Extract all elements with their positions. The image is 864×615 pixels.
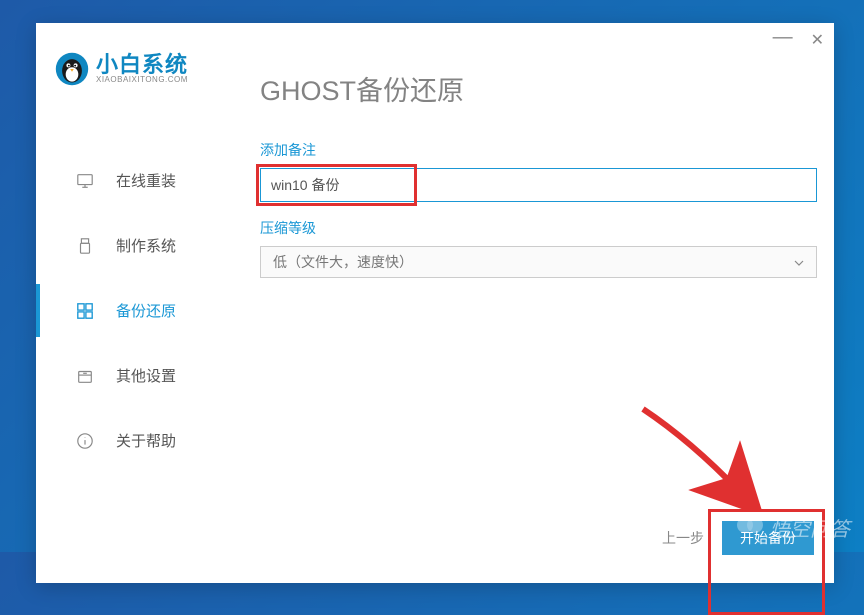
minimize-button[interactable]: — bbox=[773, 29, 793, 45]
logo-text: 小白系统 XIAOBAIXITONG.COM bbox=[96, 54, 188, 84]
note-input-wrap bbox=[260, 168, 814, 202]
content-area: 添加备注 压缩等级 低（文件大，速度快） bbox=[260, 140, 814, 278]
box-icon bbox=[76, 367, 94, 385]
sidebar-item-label: 关于帮助 bbox=[116, 430, 176, 451]
grid-icon bbox=[76, 302, 94, 320]
app-window: — ✕ 小白系统 XIAOBAIXITONG.COM GHOST备份还原 bbox=[36, 23, 834, 583]
sidebar: 在线重装 制作系统 备份还原 其他设置 关于帮助 bbox=[36, 148, 236, 473]
sidebar-item-label: 制作系统 bbox=[116, 235, 176, 256]
page-title: GHOST备份还原 bbox=[260, 69, 464, 108]
chevron-down-icon bbox=[794, 253, 804, 271]
logo: 小白系统 XIAOBAIXITONG.COM bbox=[54, 51, 188, 87]
watermark: 悟空问答 bbox=[736, 511, 850, 544]
note-input[interactable] bbox=[260, 168, 817, 202]
sidebar-item-other-settings[interactable]: 其他设置 bbox=[36, 343, 236, 408]
sidebar-item-backup-restore[interactable]: 备份还原 bbox=[36, 278, 236, 343]
logo-sub: XIAOBAIXITONG.COM bbox=[96, 76, 188, 84]
logo-main: 小白系统 bbox=[96, 54, 188, 76]
sidebar-item-label: 在线重装 bbox=[116, 170, 176, 191]
watermark-icon bbox=[736, 511, 764, 544]
note-label: 添加备注 bbox=[260, 140, 814, 160]
window-controls: — ✕ bbox=[773, 33, 824, 49]
close-button[interactable]: ✕ bbox=[811, 33, 824, 49]
compress-label: 压缩等级 bbox=[260, 218, 814, 238]
sidebar-item-about[interactable]: 关于帮助 bbox=[36, 408, 236, 473]
compress-value: 低（文件大，速度快） bbox=[273, 252, 413, 272]
sidebar-item-online-install[interactable]: 在线重装 bbox=[36, 148, 236, 213]
penguin-icon bbox=[54, 51, 90, 87]
sidebar-item-make-system[interactable]: 制作系统 bbox=[36, 213, 236, 278]
sidebar-item-label: 备份还原 bbox=[116, 300, 176, 321]
info-icon bbox=[76, 432, 94, 450]
usb-icon bbox=[76, 237, 94, 255]
annotation-arrow-icon bbox=[631, 401, 771, 511]
sidebar-item-label: 其他设置 bbox=[116, 365, 176, 386]
monitor-icon bbox=[76, 172, 94, 190]
prev-button[interactable]: 上一步 bbox=[662, 528, 704, 548]
watermark-text: 悟空问答 bbox=[770, 513, 850, 542]
compress-select[interactable]: 低（文件大，速度快） bbox=[260, 246, 817, 278]
